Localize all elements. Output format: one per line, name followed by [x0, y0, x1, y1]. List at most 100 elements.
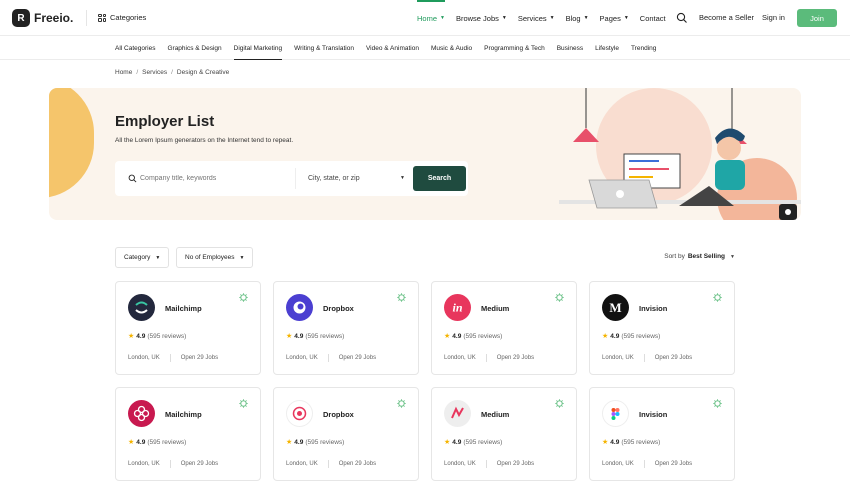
search-divider [295, 168, 296, 189]
star-icon: ★ [286, 439, 293, 446]
signin-link[interactable]: Sign in [762, 13, 785, 22]
cat-programming-tech[interactable]: Programming & Tech [484, 36, 545, 60]
open-jobs[interactable]: Open 29 Jobs [655, 355, 692, 361]
page-title: Employer List [115, 113, 215, 130]
open-jobs[interactable]: Open 29 Jobs [497, 355, 534, 361]
open-jobs[interactable]: Open 29 Jobs [181, 355, 218, 361]
meta-divider [169, 460, 171, 468]
cat-all-categories[interactable]: All Categories [115, 36, 155, 60]
company-name[interactable]: Dropbox [323, 304, 354, 313]
breadcrumb-home[interactable]: Home [115, 69, 132, 76]
breadcrumb-separator: / [171, 69, 173, 76]
sort-by-control[interactable]: Sort by Best Selling ▼ [664, 253, 735, 260]
company-name[interactable]: Invision [639, 304, 667, 313]
target-icon [286, 400, 313, 427]
company-name[interactable]: Mailchimp [165, 304, 202, 313]
rating: ★ 4.9 (595 reviews) [602, 332, 661, 341]
review-count: (595 reviews) [621, 332, 661, 340]
cat-video-animation[interactable]: Video & Animation [366, 36, 419, 60]
search-button[interactable]: Search [413, 166, 466, 191]
company-location: London, UK [128, 355, 160, 361]
rating-score: 4.9 [452, 438, 462, 446]
rating-score: 4.9 [294, 332, 304, 340]
company-location: London, UK [444, 461, 476, 467]
cat-lifestyle[interactable]: Lifestyle [595, 36, 619, 60]
chevron-down-icon: ▼ [440, 15, 445, 21]
category-filter[interactable]: Category ▼ [115, 247, 170, 268]
open-jobs[interactable]: Open 29 Jobs [339, 461, 376, 467]
cat-trending[interactable]: Trending [631, 36, 656, 60]
search-icon[interactable] [676, 12, 688, 24]
logo-text: Freeio. [34, 11, 74, 25]
nav-pages[interactable]: Pages ▼ [600, 0, 629, 36]
chevron-down-icon: ▼ [549, 15, 555, 21]
nav-home[interactable]: Home ▼ [417, 0, 445, 36]
review-count: (595 reviews) [621, 438, 661, 446]
card-meta: London, UK Open 29 Jobs [602, 354, 692, 362]
card-meta: London, UK Open 29 Jobs [444, 354, 534, 362]
breadcrumb-services[interactable]: Services [142, 69, 167, 76]
rating-score: 4.9 [452, 332, 462, 340]
employer-card[interactable]: Dropbox ★ 4.9 (595 reviews) London, UK Open 2… [273, 281, 419, 375]
cat-writing-translation[interactable]: Writing & Translation [294, 36, 354, 60]
svg-text:in: in [452, 301, 462, 315]
join-button[interactable]: Join [797, 9, 837, 27]
open-jobs[interactable]: Open 29 Jobs [339, 355, 376, 361]
nav-services[interactable]: Services ▼ [518, 0, 555, 36]
medium-m-icon: M [602, 294, 629, 321]
star-icon: ★ [444, 439, 451, 446]
hero-decor-blob [49, 88, 94, 198]
star-icon: ★ [602, 439, 609, 446]
employer-card[interactable]: in Medium ★ 4.9 (595 reviews) London, UK Open … [431, 281, 577, 375]
nav-browse-jobs[interactable]: Browse Jobs ▼ [456, 0, 507, 36]
company-location: London, UK [602, 355, 634, 361]
company-name[interactable]: Invision [639, 410, 667, 419]
chevron-down-icon: ▼ [583, 15, 589, 21]
rating: ★ 4.9 (595 reviews) [444, 332, 503, 341]
employer-card[interactable]: Medium ★ 4.9 (595 reviews) London, UK Open 29… [431, 387, 577, 481]
company-name[interactable]: Mailchimp [165, 410, 202, 419]
verified-badge-icon [397, 293, 406, 302]
become-seller-link[interactable]: Become a Seller [699, 13, 754, 22]
flower-icon [128, 400, 155, 427]
category-bar: All Categories Graphics & Design Digital… [0, 36, 850, 60]
search-icon [128, 174, 137, 183]
card-meta: London, UK Open 29 Jobs [444, 460, 534, 468]
employer-card[interactable]: Dropbox ★ 4.9 (595 reviews) London, UK Open 2… [273, 387, 419, 481]
open-jobs[interactable]: Open 29 Jobs [655, 461, 692, 467]
company-name[interactable]: Medium [481, 304, 509, 313]
star-icon: ★ [128, 439, 135, 446]
employees-filter-label: No of Employees [185, 254, 235, 261]
open-jobs[interactable]: Open 29 Jobs [497, 461, 534, 467]
location-select[interactable]: City, state, or zip [308, 161, 398, 196]
open-jobs[interactable]: Open 29 Jobs [181, 461, 218, 467]
rating-score: 4.9 [136, 438, 146, 446]
meta-divider [643, 460, 645, 468]
review-count: (595 reviews) [147, 438, 187, 446]
company-name[interactable]: Dropbox [323, 410, 354, 419]
employees-filter[interactable]: No of Employees ▼ [176, 247, 254, 268]
company-name[interactable]: Medium [481, 410, 509, 419]
review-count: (595 reviews) [463, 332, 503, 340]
verified-badge-icon [555, 399, 564, 408]
keyword-search-input[interactable] [140, 161, 290, 196]
dropbox-icon [286, 294, 313, 321]
nav-blog[interactable]: Blog ▼ [566, 0, 589, 36]
employer-card[interactable]: Mailchimp ★ 4.9 (595 reviews) London, UK Open… [115, 281, 261, 375]
breadcrumb-separator: / [136, 69, 139, 76]
employer-card[interactable]: M Invision ★ 4.9 (595 reviews) London, UK Open… [589, 281, 735, 375]
verified-badge-icon [555, 293, 564, 302]
cat-graphics-design[interactable]: Graphics & Design [167, 36, 221, 60]
meta-divider [485, 354, 487, 362]
nav-contact[interactable]: Contact [640, 0, 666, 36]
cat-music-audio[interactable]: Music & Audio [431, 36, 472, 60]
mailchimp-icon [128, 294, 155, 321]
logo[interactable]: R Freeio. [12, 9, 73, 27]
employer-card[interactable]: Mailchimp ★ 4.9 (595 reviews) London, UK Open… [115, 387, 261, 481]
employer-card[interactable]: Invision ★ 4.9 (595 reviews) London, UK Open … [589, 387, 735, 481]
cat-digital-marketing[interactable]: Digital Marketing [233, 36, 283, 60]
svg-text:M: M [609, 300, 621, 315]
figma-icon [602, 400, 629, 427]
categories-button[interactable]: Categories [98, 13, 146, 22]
cat-business[interactable]: Business [557, 36, 583, 60]
